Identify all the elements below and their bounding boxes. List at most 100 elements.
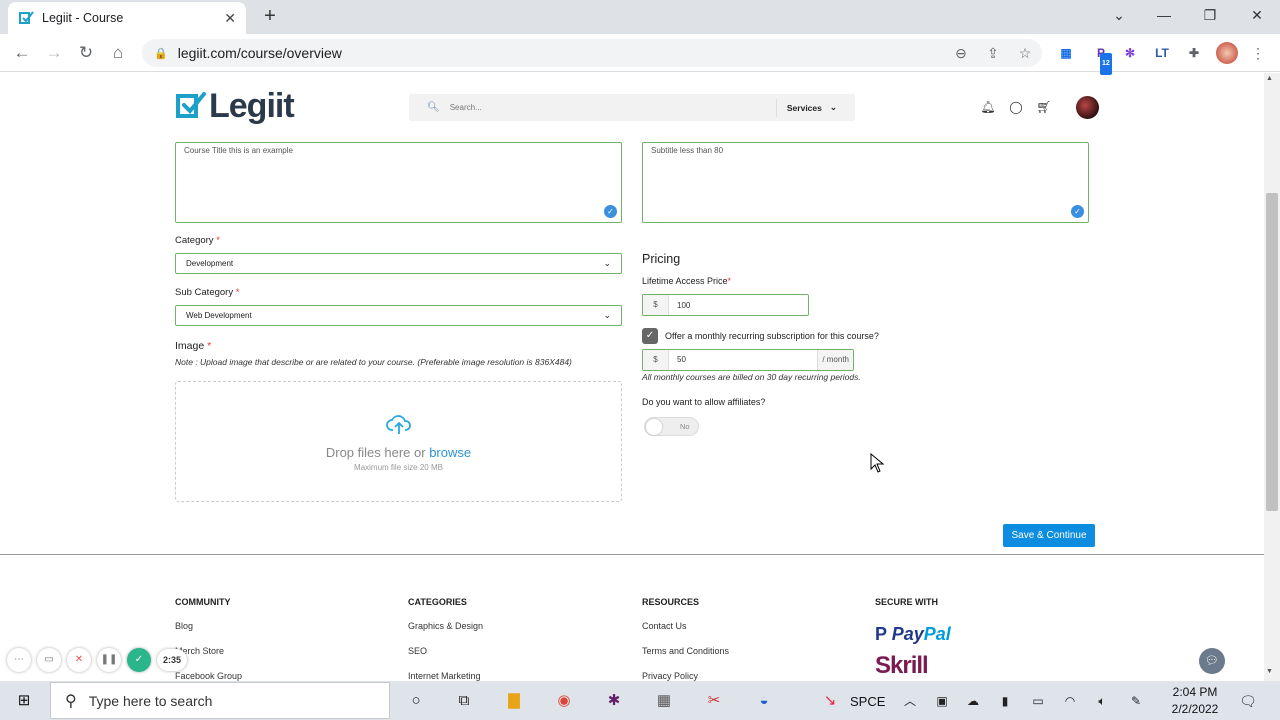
bookmark-star-icon[interactable]: ☆	[1014, 42, 1036, 64]
search-input[interactable]: Search...	[450, 103, 776, 112]
extension-p-icon[interactable]: P12	[1090, 42, 1112, 75]
usb-icon[interactable]: ▮	[993, 689, 1017, 713]
services-label: Services	[786, 102, 822, 113]
skrill-logo: Skrill	[875, 652, 929, 679]
scroll-up-arrow-icon[interactable]: ▲	[1266, 75, 1273, 82]
legiit-logo[interactable]: Legiit	[175, 87, 295, 125]
restore-button[interactable]: ❐	[1197, 4, 1223, 26]
minimize-button[interactable]: —	[1151, 4, 1177, 26]
footer-link-privacy[interactable]: Privacy Policy	[642, 671, 698, 681]
finish-check-icon[interactable]: ✓	[127, 648, 151, 672]
reload-button[interactable]: ↻	[74, 41, 98, 65]
meet-now-icon[interactable]: ▣	[930, 689, 954, 713]
lifetime-price-input[interactable]: $100	[642, 294, 809, 316]
calculator-icon[interactable]: ▦	[652, 689, 676, 713]
extension-grid-icon[interactable]: ▦	[1055, 42, 1077, 64]
chat-icon[interactable]: ◯	[1008, 99, 1024, 115]
category-label: Category *	[175, 235, 220, 246]
back-button[interactable]: ←	[10, 41, 34, 65]
address-bar[interactable]: 🔒 legiit.com/course/overview	[142, 39, 1042, 67]
extension-asterisk-icon[interactable]: ✻	[1119, 42, 1141, 64]
footer-link-internet-marketing[interactable]: Internet Marketing	[408, 671, 481, 681]
battery-icon[interactable]: ▭	[1026, 689, 1050, 713]
home-button[interactable]: ⌂	[106, 41, 130, 65]
services-dropdown[interactable]: Services ⌄	[775, 98, 855, 117]
subcategory-label: Sub Category *	[175, 287, 240, 298]
tab-title: Legiit - Course	[42, 11, 124, 25]
chat-bubble-button[interactable]: 💬︎	[1199, 648, 1225, 674]
footer-link-blog[interactable]: Blog	[175, 621, 193, 631]
subtitle-textarea[interactable]: Subtitle less than 80	[642, 142, 1089, 223]
close-tab-icon[interactable]: ✕	[224, 10, 236, 27]
title-valid-check-icon: ✓	[604, 205, 617, 218]
footer-link-facebook[interactable]: Facebook Group	[175, 671, 242, 681]
footer-link-graphics[interactable]: Graphics & Design	[408, 621, 483, 631]
currency-prefix: $	[643, 350, 669, 370]
camera-icon[interactable]: ▭	[37, 648, 61, 672]
windows-start-icon[interactable]: ⊞	[12, 689, 36, 713]
footer-link-seo[interactable]: SEO	[408, 646, 427, 656]
tab-search-icon[interactable]: ⌄	[1106, 4, 1132, 26]
taskbar-clock[interactable]: 2:04 PM 2/2/2022	[1160, 684, 1230, 718]
chevron-down-icon: ⌄	[603, 310, 611, 320]
screen-recorder-widget: ⋯ ▭ ✕ ❚❚ ✓ 2:35	[7, 648, 188, 672]
extension-lt-icon[interactable]: LT	[1151, 42, 1173, 64]
affiliates-toggle[interactable]: No	[644, 417, 699, 436]
chevron-down-icon: ⌄	[829, 102, 837, 112]
share-icon[interactable]: ⇪	[982, 42, 1004, 64]
onedrive-icon[interactable]: ☁	[961, 689, 985, 713]
toggle-knob	[646, 419, 662, 435]
billing-note: All monthly courses are billed on 30 day…	[642, 372, 861, 382]
scrollbar-thumb[interactable]	[1266, 193, 1278, 511]
recorder-menu-icon[interactable]: ⋯	[7, 648, 31, 672]
profile-avatar[interactable]	[1216, 42, 1238, 64]
forward-button[interactable]: →	[42, 41, 66, 65]
menu-kebab-icon[interactable]: ⋮	[1247, 42, 1269, 64]
drop-text: Drop files here or	[325, 445, 426, 460]
task-view-icon[interactable]: ⧉	[452, 689, 476, 713]
browse-link[interactable]: browse	[429, 445, 471, 460]
affiliates-label: Do you want to allow affiliates?	[642, 397, 766, 407]
browser-tab[interactable]: Legiit - Course ✕	[8, 2, 246, 34]
recording-timer: 2:35	[157, 649, 188, 671]
stock-ticker[interactable]: SPCE	[850, 694, 885, 709]
subscription-checkbox[interactable]: ✓	[642, 328, 658, 344]
subtitle-value: Subtitle less than 80	[651, 146, 724, 155]
subcategory-select[interactable]: Web Development ⌄	[175, 305, 622, 326]
pen-icon[interactable]: ✎	[1124, 689, 1148, 713]
site-search-bar[interactable]: 🔍︎ Search... Services ⌄	[409, 94, 855, 121]
taskbar-search-box[interactable]: ⚲ Type here to search	[50, 682, 390, 719]
extensions-puzzle-icon[interactable]: ✚	[1183, 42, 1205, 64]
volume-icon[interactable]: 🔈︎	[1090, 689, 1114, 713]
url-text: legiit.com/course/overview	[177, 45, 342, 61]
bell-icon[interactable]: 🔔︎	[980, 99, 996, 115]
clock-date: 2/2/2022	[1171, 702, 1219, 716]
currency-prefix: $	[643, 295, 669, 315]
zoom-icon[interactable]: ⊖	[950, 42, 972, 64]
monthly-price-input[interactable]: $50/ month	[642, 349, 854, 371]
user-avatar[interactable]	[1076, 96, 1099, 119]
footer-link-contact[interactable]: Contact Us	[642, 621, 687, 631]
pause-icon[interactable]: ❚❚	[97, 648, 121, 672]
slack-icon[interactable]: ✱	[602, 689, 626, 713]
footer-link-terms[interactable]: Terms and Conditions	[642, 646, 729, 656]
file-explorer-icon[interactable]: ▇	[502, 689, 526, 713]
chrome-icon[interactable]: ◉	[552, 689, 576, 713]
cart-icon[interactable]: 🛒︎	[1036, 99, 1052, 115]
category-select[interactable]: Development ⌄	[175, 253, 622, 274]
chevron-down-icon: ⌄	[603, 258, 611, 268]
course-title-textarea[interactable]: Course Title this is an example	[175, 142, 622, 223]
scroll-down-arrow-icon[interactable]: ▼	[1266, 668, 1273, 675]
save-continue-button[interactable]: Save & Continue	[1003, 524, 1095, 547]
show-hidden-icons-icon[interactable]: ︿	[898, 689, 922, 713]
snipping-tool-icon[interactable]: ✂	[702, 689, 726, 713]
paypal-logo: P PayPal	[875, 624, 951, 644]
discard-icon[interactable]: ✕	[67, 648, 91, 672]
image-dropzone[interactable]: Drop files here or browse Maximum file s…	[175, 381, 622, 502]
notifications-icon[interactable]: 🗨︎	[1236, 689, 1260, 713]
app-circle-icon[interactable]: ◒	[752, 689, 776, 713]
wifi-icon[interactable]: ◠	[1058, 689, 1082, 713]
new-tab-button[interactable]: +	[258, 4, 282, 28]
close-window-button[interactable]: ✕	[1244, 4, 1270, 26]
cortana-icon[interactable]: ○	[404, 689, 428, 713]
